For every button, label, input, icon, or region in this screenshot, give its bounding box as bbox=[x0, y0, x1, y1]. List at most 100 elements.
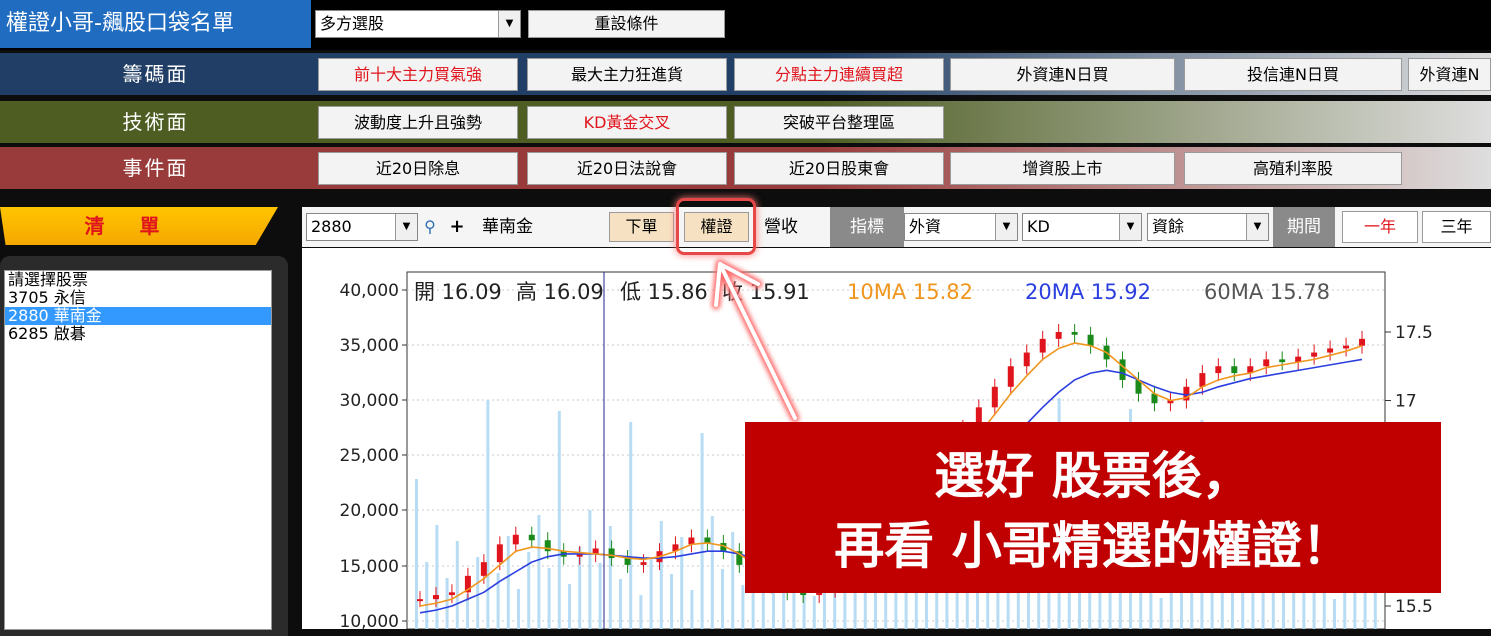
revenue-button[interactable]: 營收 bbox=[764, 216, 798, 238]
volume-bar bbox=[670, 574, 673, 629]
volume-bar bbox=[1159, 598, 1163, 629]
candle-body bbox=[1327, 348, 1334, 353]
candle-body bbox=[688, 537, 695, 545]
filter-button[interactable]: 投信連N日買 bbox=[1184, 58, 1402, 91]
stock-list[interactable]: 請選擇股票 3705 永信 2880 華南金 6285 啟碁 bbox=[4, 270, 272, 630]
search-icon[interactable]: ⚲ bbox=[418, 216, 442, 238]
callout-line-2: 再看 小哥精選的權證！ bbox=[834, 517, 1352, 575]
filter-button[interactable]: 分點主力連續買超 bbox=[734, 58, 944, 91]
chevron-down-icon: ▼ bbox=[395, 214, 417, 240]
period-label: 期間 bbox=[1273, 207, 1335, 247]
volume-bar bbox=[517, 589, 520, 629]
candle-body bbox=[608, 548, 615, 559]
order-button[interactable]: 下單 bbox=[609, 212, 674, 242]
filter-button[interactable]: 前十大主力買氣強 bbox=[318, 58, 518, 91]
add-icon[interactable]: + bbox=[446, 216, 468, 238]
callout-banner: 選好 股票後， 再看 小哥精選的權證！ bbox=[745, 422, 1441, 593]
volume-bar bbox=[506, 536, 510, 629]
volume-bar bbox=[557, 411, 561, 629]
candle-body bbox=[1343, 345, 1350, 349]
candle-body bbox=[1359, 338, 1366, 346]
chevron-down-icon: ▼ bbox=[498, 11, 520, 37]
filter-button[interactable]: 波動度上升且強勢 bbox=[318, 106, 518, 139]
warrant-highlight bbox=[676, 198, 756, 255]
candle-body bbox=[1087, 334, 1094, 346]
volume-bar bbox=[435, 525, 439, 629]
candle-body bbox=[1023, 352, 1030, 367]
indicator-select-1[interactable]: 外資 ▼ bbox=[904, 213, 1018, 241]
list-item[interactable]: 2880 華南金 bbox=[5, 307, 271, 325]
left-tick-label: 40,000 bbox=[340, 281, 399, 301]
chart-info-label: 10MA 15.82 bbox=[847, 280, 973, 304]
volume-bar bbox=[445, 578, 449, 629]
candle-body bbox=[1055, 332, 1062, 339]
left-tick-label: 15,000 bbox=[340, 557, 399, 577]
strategy-select[interactable]: 多方選股 ▼ bbox=[315, 10, 521, 38]
one-year-button[interactable]: 一年 bbox=[1342, 211, 1418, 243]
chevron-down-icon: ▼ bbox=[995, 214, 1017, 240]
filter-button[interactable]: 外資連N bbox=[1408, 58, 1491, 91]
candle-body bbox=[991, 386, 998, 408]
volume-bar bbox=[1333, 599, 1336, 629]
candle-body bbox=[1263, 359, 1270, 367]
filter-button[interactable]: 近20日股東會 bbox=[734, 152, 944, 185]
candle-body bbox=[1279, 359, 1286, 363]
category-row: 技術面 波動度上升且強勢 KD黃金交叉 突破平台整理區 bbox=[0, 101, 1491, 143]
filter-button[interactable]: KD黃金交叉 bbox=[527, 106, 727, 139]
stock-code-input[interactable]: 2880 ▼ bbox=[306, 213, 418, 241]
volume-bar bbox=[619, 579, 622, 629]
candle-body bbox=[512, 534, 519, 545]
indicator-select-2[interactable]: KD ▼ bbox=[1022, 213, 1142, 241]
indicator-select-1-value: 外資 bbox=[909, 217, 942, 236]
category-label: 籌碼面 bbox=[122, 62, 189, 86]
volume-bar bbox=[537, 515, 541, 629]
filter-button[interactable]: 突破平台整理區 bbox=[734, 106, 944, 139]
chart-toolbar: 2880 ▼ ⚲ + 華南金 下單 權證 營收 指標 外資 ▼ KD ▼ 資餘 … bbox=[302, 207, 1491, 247]
chart-info-label: 高 16.09 bbox=[516, 280, 604, 304]
filter-button[interactable]: 近20日除息 bbox=[318, 152, 518, 185]
candle-body bbox=[1231, 366, 1238, 374]
candle-body bbox=[1311, 352, 1318, 357]
chevron-down-icon: ▼ bbox=[1119, 214, 1141, 240]
filter-button[interactable]: 高殖利率股 bbox=[1184, 152, 1402, 185]
candle-body bbox=[496, 544, 503, 563]
list-header: 清 單 bbox=[0, 207, 278, 245]
candle-body bbox=[704, 537, 711, 543]
candle-body bbox=[624, 558, 631, 565]
volume-bar bbox=[731, 532, 735, 629]
stock-code-value: 2880 bbox=[311, 217, 352, 236]
filter-button[interactable]: 最大主力狂進貨 bbox=[527, 58, 727, 91]
candle-body bbox=[432, 595, 439, 600]
candle-body bbox=[1071, 332, 1078, 335]
volume-bar bbox=[639, 595, 643, 629]
reset-button[interactable]: 重設條件 bbox=[528, 10, 725, 38]
filter-button[interactable]: 外資連N日買 bbox=[950, 58, 1175, 91]
volume-bar bbox=[863, 591, 867, 629]
left-tick-label: 20,000 bbox=[340, 501, 399, 521]
volume-bar bbox=[690, 590, 694, 629]
strategy-select-value: 多方選股 bbox=[320, 14, 385, 33]
candle-body bbox=[640, 562, 647, 565]
volume-bar bbox=[741, 585, 745, 629]
callout-line-1: 選好 股票後， bbox=[934, 447, 1252, 505]
filter-button[interactable]: 增資股上市 bbox=[950, 152, 1175, 185]
volume-bar bbox=[1261, 588, 1265, 629]
volume-bar bbox=[721, 569, 724, 629]
volume-bar bbox=[425, 562, 429, 629]
chart-info-label: 60MA 15.78 bbox=[1204, 280, 1330, 304]
chart-info-label: 開 16.09 bbox=[414, 280, 502, 304]
list-item[interactable]: 6285 啟碁 bbox=[5, 325, 271, 343]
indicator-select-3[interactable]: 資餘 ▼ bbox=[1147, 213, 1269, 241]
chevron-down-icon: ▼ bbox=[1246, 214, 1268, 240]
left-tick-label: 30,000 bbox=[340, 391, 399, 411]
chart-info-label: 低 15.86 bbox=[620, 280, 708, 304]
list-item[interactable]: 請選擇股票 bbox=[5, 271, 271, 289]
volume-bar bbox=[629, 422, 633, 629]
volume-bar bbox=[476, 557, 480, 629]
indicator-select-2-value: KD bbox=[1027, 217, 1050, 236]
three-year-button[interactable]: 三年 bbox=[1422, 211, 1491, 243]
filter-button[interactable]: 近20日法說會 bbox=[527, 152, 727, 185]
candle-body bbox=[448, 592, 455, 596]
list-item[interactable]: 3705 永信 bbox=[5, 289, 271, 307]
candle-body bbox=[1119, 359, 1126, 380]
